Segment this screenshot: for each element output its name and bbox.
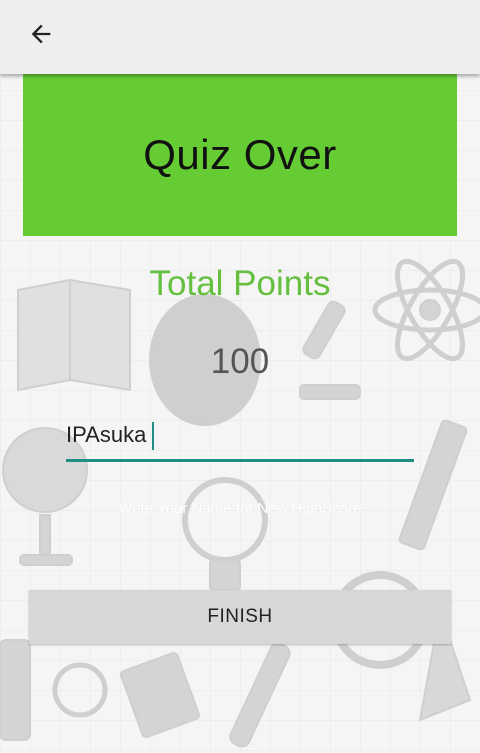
banner-title: Quiz Over	[143, 131, 337, 178]
finish-button[interactable]: FINISH	[29, 590, 451, 644]
arrow-left-icon	[31, 24, 51, 44]
name-input-value[interactable]: IPAsuka	[66, 422, 146, 447]
highscore-hint: Write Your Name for New HighScore	[118, 500, 362, 517]
back-button[interactable]	[18, 14, 64, 54]
app-bar	[0, 0, 480, 74]
total-points-label: Total Points	[149, 264, 331, 303]
text-cursor	[152, 422, 155, 451]
name-input-field[interactable]: IPAsuka	[66, 416, 414, 462]
score-value: 100	[210, 342, 270, 381]
quiz-over-banner: Quiz Over	[23, 74, 457, 236]
finish-button-label: FINISH	[207, 606, 273, 627]
